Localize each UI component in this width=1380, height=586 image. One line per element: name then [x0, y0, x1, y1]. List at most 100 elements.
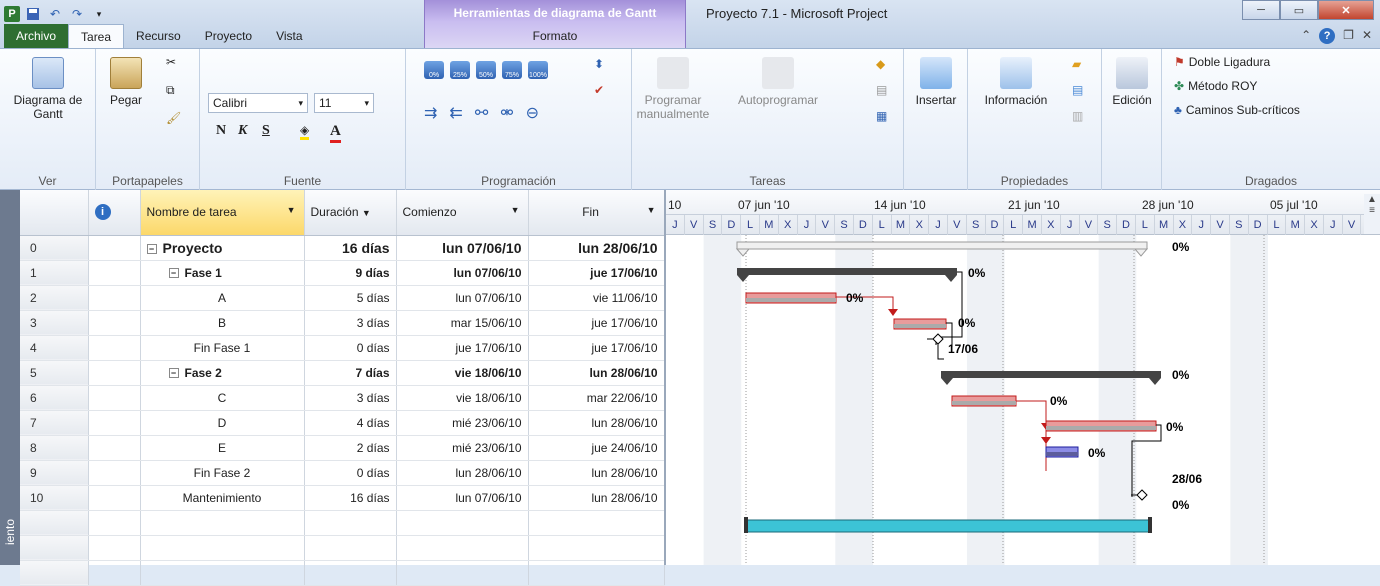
task-bar-mantenimiento[interactable]	[745, 519, 1151, 533]
project-summary-bar[interactable]	[736, 241, 1148, 250]
column-header-start[interactable]: Comienzo ▼	[396, 190, 529, 236]
italic-button[interactable]: K	[238, 123, 247, 139]
table-row[interactable]: 5 − Fase 2 7 días vie 18/06/10 lun 28/06/…	[20, 360, 665, 386]
help-icon[interactable]: ?	[1319, 28, 1336, 44]
gantt-view-button[interactable]: Diagrama de Gantt	[8, 57, 88, 121]
cut-icon[interactable]: ✂	[166, 55, 176, 69]
fill-color-icon[interactable]: ◈	[300, 123, 310, 140]
task-start[interactable]: lun 28/06/10	[396, 460, 529, 486]
fase1-summary-bar[interactable]	[737, 268, 957, 275]
task-name[interactable]: Fin Fase 2	[140, 460, 305, 486]
row-id[interactable]: 7	[20, 410, 89, 436]
task-duration[interactable]: 9 días	[304, 260, 397, 286]
percent-25-icon[interactable]: 25%	[450, 61, 470, 79]
task-end[interactable]: lun 28/06/10	[528, 460, 665, 486]
customize-qat-icon[interactable]: ▾	[90, 5, 108, 23]
task-start[interactable]: lun 07/06/10	[396, 260, 529, 286]
auto-schedule-button[interactable]: Autoprogramar	[728, 57, 828, 107]
details-icon[interactable]: ▤	[1072, 83, 1083, 97]
task-duration[interactable]: 7 días	[304, 360, 397, 386]
task-end[interactable]: vie 11/06/10	[528, 285, 665, 311]
font-size-select[interactable]: 11 ▾	[314, 93, 374, 113]
task-name[interactable]: E	[140, 435, 305, 461]
undo-icon[interactable]: ↶	[46, 5, 64, 23]
row-id[interactable]: 2	[20, 285, 89, 311]
font-family-select[interactable]: Calibri ▾	[208, 93, 308, 113]
task-name[interactable]: B	[140, 310, 305, 336]
task-end[interactable]: jue 17/06/10	[528, 335, 665, 361]
row-id[interactable]: 8	[20, 435, 89, 461]
milestone-fin-fase1[interactable]	[932, 333, 944, 345]
notes-icon[interactable]: ▰	[1072, 57, 1081, 71]
percent-0-icon[interactable]: 0%	[424, 61, 444, 79]
add-to-timeline-icon[interactable]: ▥	[1072, 109, 1083, 123]
task-name[interactable]: − Fase 1	[140, 260, 305, 286]
table-row-empty[interactable]	[20, 535, 665, 561]
row-id[interactable]: 9	[20, 460, 89, 486]
tab-formato[interactable]: Formato	[425, 29, 685, 43]
scroll-up-icon[interactable]: ▲ ≡	[1364, 194, 1380, 234]
row-id[interactable]: 0	[20, 235, 89, 261]
inactivate-icon[interactable]: ⊖	[526, 103, 539, 123]
table-row[interactable]: 2 A 5 días lun 07/06/10 vie 11/06/10	[20, 285, 665, 311]
paste-button[interactable]: Pegar	[102, 57, 150, 107]
task-name[interactable]: D	[140, 410, 305, 436]
task-name[interactable]: Mantenimiento	[140, 485, 305, 511]
caminos-subcriticos-button[interactable]: ♣ Caminos Sub-críticos	[1174, 103, 1300, 117]
tab-archivo[interactable]: Archivo	[4, 24, 69, 48]
table-row[interactable]: 10 Mantenimiento 16 días lun 07/06/10 lu…	[20, 485, 665, 511]
editing-button[interactable]: Edición	[1108, 57, 1156, 107]
task-name[interactable]: − Proyecto	[140, 235, 305, 261]
task-end[interactable]: lun 28/06/10	[528, 410, 665, 436]
table-row[interactable]: 9 Fin Fase 2 0 días lun 28/06/10 lun 28/…	[20, 460, 665, 486]
task-end[interactable]: jue 17/06/10	[528, 310, 665, 336]
task-end[interactable]: jue 24/06/10	[528, 435, 665, 461]
doble-ligadura-button[interactable]: ⚑ Doble Ligadura	[1174, 55, 1270, 69]
mode-icon[interactable]: ▦	[876, 109, 887, 123]
tab-recurso[interactable]: Recurso	[124, 24, 193, 48]
task-start[interactable]: lun 07/06/10	[396, 285, 529, 311]
task-duration[interactable]: 0 días	[304, 335, 397, 361]
tab-proyecto[interactable]: Proyecto	[193, 24, 264, 48]
table-row[interactable]: 4 Fin Fase 1 0 días jue 17/06/10 jue 17/…	[20, 335, 665, 361]
percent-75-icon[interactable]: 75%	[502, 61, 522, 79]
percent-100-icon[interactable]: 100%	[528, 61, 548, 79]
row-id[interactable]: 3	[20, 310, 89, 336]
row-id[interactable]: 4	[20, 335, 89, 361]
inspect-icon[interactable]: ◆	[876, 57, 885, 71]
select-all-corner[interactable]	[20, 190, 89, 236]
task-name[interactable]: Fin Fase 1	[140, 335, 305, 361]
mark-on-track-icon[interactable]: ✔	[594, 83, 604, 97]
column-header-end[interactable]: Fin ▼	[528, 190, 665, 236]
task-start[interactable]: mar 15/06/10	[396, 310, 529, 336]
task-start[interactable]: lun 07/06/10	[396, 485, 529, 511]
task-name[interactable]: A	[140, 285, 305, 311]
task-start[interactable]: lun 07/06/10	[396, 235, 529, 261]
row-id[interactable]: 5	[20, 360, 89, 386]
manual-schedule-button[interactable]: Programar manualmente	[636, 57, 710, 121]
redo-icon[interactable]: ↷	[68, 5, 86, 23]
link-tasks-icon[interactable]: ⚯	[475, 103, 488, 123]
task-end[interactable]: mar 22/06/10	[528, 385, 665, 411]
save-icon[interactable]	[24, 5, 42, 23]
task-end[interactable]: lun 28/06/10	[528, 485, 665, 511]
table-row-empty[interactable]	[20, 560, 665, 586]
row-id[interactable]: 1	[20, 260, 89, 286]
task-duration[interactable]: 2 días	[304, 435, 397, 461]
fase2-summary-bar[interactable]	[941, 371, 1161, 378]
task-duration[interactable]: 3 días	[304, 310, 397, 336]
task-start[interactable]: mié 23/06/10	[396, 410, 529, 436]
task-start[interactable]: vie 18/06/10	[396, 360, 529, 386]
percent-50-icon[interactable]: 50%	[476, 61, 496, 79]
task-end[interactable]: lun 28/06/10	[528, 235, 665, 261]
column-header-name[interactable]: Nombre de tarea ▼	[140, 190, 305, 236]
milestone-fin-fase2[interactable]	[1136, 489, 1148, 501]
task-end[interactable]: jue 17/06/10	[528, 260, 665, 286]
maximize-icon[interactable]: ▭	[1280, 0, 1318, 20]
row-id[interactable]: 6	[20, 385, 89, 411]
task-start[interactable]: vie 18/06/10	[396, 385, 529, 411]
restore-window-icon[interactable]: ❐	[1343, 28, 1354, 44]
table-row[interactable]: 6 C 3 días vie 18/06/10 mar 22/06/10	[20, 385, 665, 411]
respect-links-icon[interactable]: ⬍	[594, 57, 604, 71]
close-icon[interactable]: ✕	[1318, 0, 1374, 20]
